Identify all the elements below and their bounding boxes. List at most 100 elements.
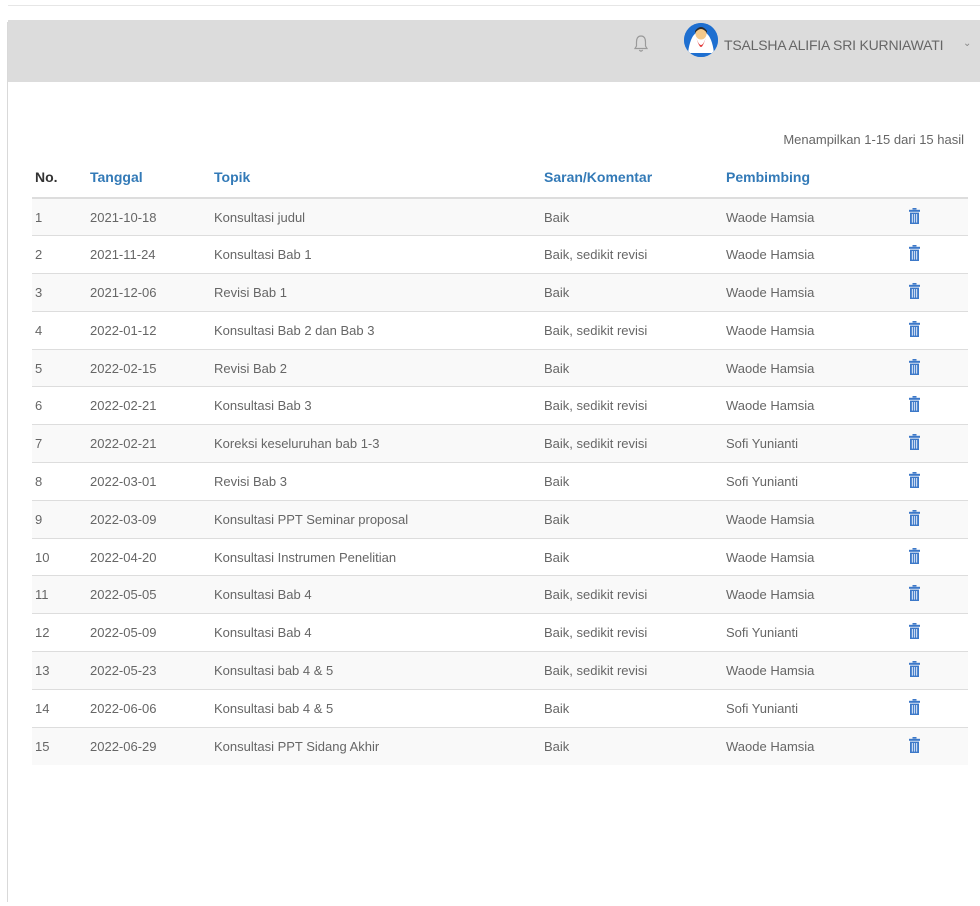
- row-comment: Baik, sedikit revisi: [544, 235, 726, 274]
- row-comment: Baik, sedikit revisi: [544, 575, 726, 614]
- trash-icon[interactable]: [909, 623, 920, 640]
- row-comment: Baik: [544, 348, 726, 387]
- row-no: 4: [32, 310, 90, 350]
- table-row: 4 2022-01-12 Konsultasi Bab 2 dan Bab 3 Bai…: [32, 310, 968, 350]
- row-no: 12: [32, 613, 90, 652]
- row-date: 2021-11-24: [90, 235, 214, 274]
- page: TSALSHA ALIFIA SRI KURNIAWATI ⌄ Menampil…: [0, 0, 980, 906]
- row-actions: [906, 310, 968, 350]
- row-topic: Konsultasi Bab 4: [214, 575, 544, 614]
- row-date: 2022-06-06: [90, 688, 214, 728]
- chevron-down-icon[interactable]: ⌄: [963, 38, 971, 49]
- row-actions: [906, 688, 968, 728]
- row-date: 2022-02-21: [90, 424, 214, 463]
- column-header-actions: [906, 156, 968, 199]
- user-name[interactable]: TSALSHA ALIFIA SRI KURNIAWATI: [724, 37, 943, 53]
- row-comment: Baik: [544, 688, 726, 728]
- row-comment: Baik: [544, 499, 726, 539]
- trash-icon[interactable]: [909, 396, 920, 413]
- row-topic: Konsultasi bab 4 & 5: [214, 651, 544, 690]
- row-topic: Revisi Bab 3: [214, 462, 544, 501]
- trash-icon[interactable]: [909, 358, 920, 375]
- user-avatar[interactable]: [684, 23, 718, 57]
- trash-icon[interactable]: [909, 585, 920, 602]
- row-topic: Konsultasi Bab 2 dan Bab 3: [214, 310, 544, 350]
- row-advisor: Waode Hamsia: [726, 235, 906, 274]
- row-comment: Baik, sedikit revisi: [544, 613, 726, 652]
- table-row: 12 2022-05-09 Konsultasi Bab 4 Baik, sediki…: [32, 613, 968, 652]
- row-topic: Konsultasi judul: [214, 197, 544, 236]
- row-actions: [906, 386, 968, 425]
- trash-icon[interactable]: [909, 698, 920, 715]
- table-row: 15 2022-06-29 Konsultasi PPT Sidang Akhir B…: [32, 726, 968, 765]
- row-comment: Baik: [544, 726, 726, 765]
- row-topic: Konsultasi PPT Sidang Akhir: [214, 726, 544, 765]
- trash-icon[interactable]: [909, 547, 920, 564]
- row-no: 11: [32, 575, 90, 614]
- bell-icon[interactable]: [633, 34, 649, 54]
- table-row: 13 2022-05-23 Konsultasi bab 4 & 5 Baik, se…: [32, 651, 968, 690]
- row-actions: [906, 537, 968, 576]
- row-no: 14: [32, 688, 90, 728]
- row-no: 7: [32, 424, 90, 463]
- row-no: 1: [32, 197, 90, 236]
- table-header-row: No. Tanggal Topik Saran/Komentar Pembimb…: [32, 156, 968, 199]
- trash-icon[interactable]: [909, 434, 920, 451]
- row-comment: Baik, sedikit revisi: [544, 651, 726, 690]
- row-date: 2022-01-12: [90, 310, 214, 350]
- consultation-table: No. Tanggal Topik Saran/Komentar Pembimb…: [32, 156, 968, 765]
- row-advisor: Waode Hamsia: [726, 537, 906, 576]
- row-date: 2022-05-23: [90, 651, 214, 690]
- column-header-date[interactable]: Tanggal: [90, 156, 214, 199]
- row-date: 2022-02-21: [90, 386, 214, 425]
- column-header-comment[interactable]: Saran/Komentar: [544, 156, 726, 199]
- table-row: 5 2022-02-15 Revisi Bab 2 Baik Waode Hamsia: [32, 348, 968, 387]
- row-no: 2: [32, 235, 90, 274]
- row-date: 2021-12-06: [90, 273, 214, 312]
- table-row: 9 2022-03-09 Konsultasi PPT Seminar propos…: [32, 499, 968, 539]
- row-topic: Konsultasi Bab 4: [214, 613, 544, 652]
- row-date: 2022-02-15: [90, 348, 214, 387]
- trash-icon[interactable]: [909, 282, 920, 299]
- row-advisor: Sofi Yunianti: [726, 613, 906, 652]
- left-border: [7, 22, 8, 902]
- trash-icon[interactable]: [909, 660, 920, 677]
- row-date: 2022-03-01: [90, 462, 214, 501]
- row-comment: Baik, sedikit revisi: [544, 310, 726, 350]
- row-topic: Revisi Bab 1: [214, 273, 544, 312]
- trash-icon[interactable]: [909, 471, 920, 488]
- trash-icon[interactable]: [909, 320, 920, 337]
- results-summary: Menampilkan 1-15 dari 15 hasil: [783, 132, 964, 147]
- row-advisor: Waode Hamsia: [726, 310, 906, 350]
- table-row: 11 2022-05-05 Konsultasi Bab 4 Baik, sediki…: [32, 575, 968, 614]
- trash-icon[interactable]: [909, 509, 920, 526]
- row-actions: [906, 726, 968, 765]
- row-no: 9: [32, 499, 90, 539]
- row-topic: Revisi Bab 2: [214, 348, 544, 387]
- row-comment: Baik: [544, 197, 726, 236]
- table-row: 14 2022-06-06 Konsultasi bab 4 & 5 Baik Sofi…: [32, 688, 968, 728]
- row-actions: [906, 651, 968, 690]
- top-divider: [8, 5, 980, 6]
- trash-icon[interactable]: [909, 207, 920, 224]
- row-actions: [906, 499, 968, 539]
- table-row: 8 2022-03-01 Revisi Bab 3 Baik Sofi Yunianti: [32, 462, 968, 501]
- row-date: 2022-06-29: [90, 726, 214, 765]
- table-row: 3 2021-12-06 Revisi Bab 1 Baik Waode Hamsia: [32, 273, 968, 312]
- column-header-topic[interactable]: Topik: [214, 156, 544, 199]
- row-topic: Konsultasi Bab 3: [214, 386, 544, 425]
- row-no: 3: [32, 273, 90, 312]
- table-row: 2 2021-11-24 Konsultasi Bab 1 Baik, sedikit…: [32, 235, 968, 274]
- row-advisor: Waode Hamsia: [726, 386, 906, 425]
- row-date: 2022-03-09: [90, 499, 214, 539]
- trash-icon[interactable]: [909, 245, 920, 262]
- table-row: 1 2021-10-18 Konsultasi judul Baik Waode Ham…: [32, 197, 968, 236]
- row-topic: Konsultasi Bab 1: [214, 235, 544, 274]
- row-topic: Konsultasi bab 4 & 5: [214, 688, 544, 728]
- row-comment: Baik, sedikit revisi: [544, 424, 726, 463]
- row-topic: Koreksi keseluruhan bab 1-3: [214, 424, 544, 463]
- row-actions: [906, 197, 968, 236]
- column-header-advisor[interactable]: Pembimbing: [726, 156, 906, 199]
- trash-icon[interactable]: [909, 736, 920, 753]
- row-date: 2022-04-20: [90, 537, 214, 576]
